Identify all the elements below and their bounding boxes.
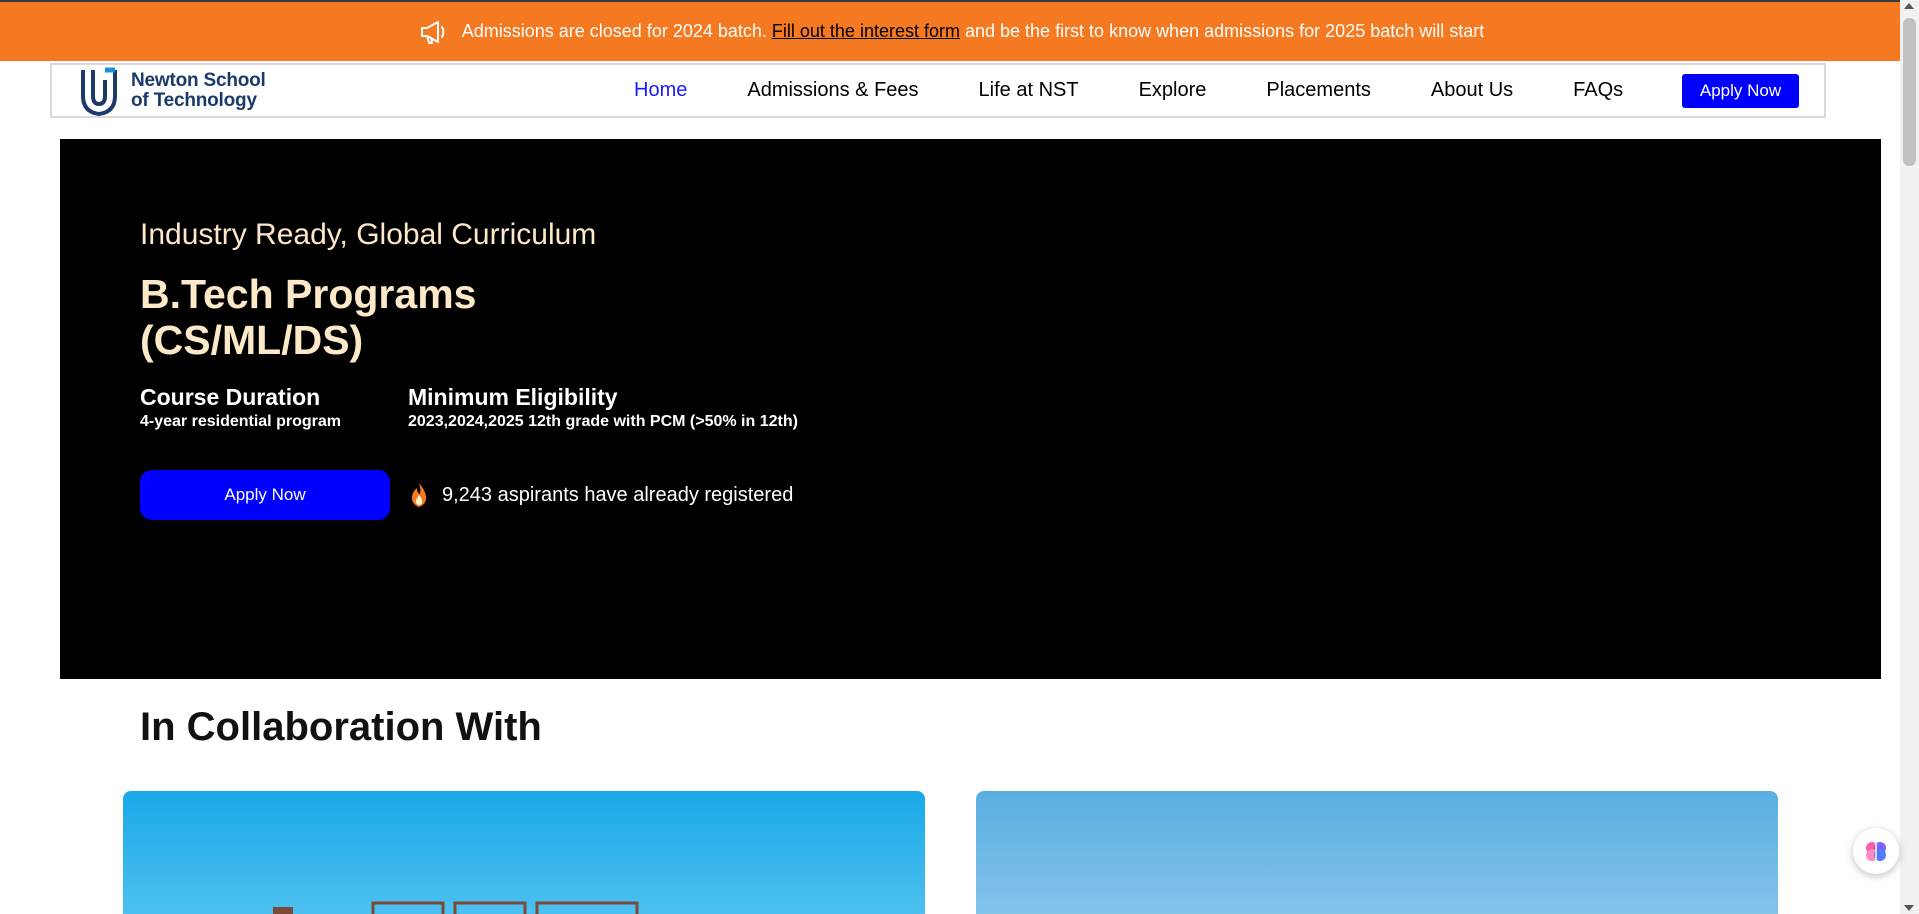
eligibility-label: Minimum Eligibility [408,384,618,410]
banner-text-before: Admissions are closed for 2024 batch. [461,21,767,41]
banner-text-after: and be the first to know when admissions… [964,21,1485,41]
collaboration-card-image-1[interactable] [123,791,925,914]
nav-home[interactable]: Home [634,79,687,102]
interest-form-link[interactable]: Fill out the interest form [772,21,960,42]
nav-explore[interactable]: Explore [1139,79,1207,102]
hero-title-line-1: B.Tech Programs [140,271,477,317]
nav-life-at-nst[interactable]: Life at NST [979,79,1079,102]
hero-section: Industry Ready, Global Curriculum B.Tech… [60,139,1881,679]
hero-title-line-2: (CS/ML/DS) [140,317,364,363]
aspirants-count: 9,243 aspirants have already registered [408,482,793,508]
brain-icon [1866,842,1886,861]
nav-about-us[interactable]: About Us [1431,79,1513,102]
course-duration-block: Course Duration 4-year residential progr… [140,384,341,431]
scroll-down-arrow-icon[interactable] [1904,905,1914,911]
collaboration-heading: In Collaboration With [140,705,542,749]
aspirants-text: 9,243 aspirants have already registered [442,483,794,506]
ai-assistant-button[interactable] [1853,828,1899,874]
collaboration-card-image-2[interactable] [976,791,1778,914]
nav-links: Home Admissions & Fees Life at NST Explo… [634,65,1683,116]
logo-line-2: of Technology [131,89,257,111]
admissions-banner: Admissions are closed for 2024 batch. Fi… [0,2,1900,61]
scroll-thumb[interactable] [1903,18,1916,166]
nav-apply-now-button[interactable]: Apply Now [1682,74,1799,108]
course-duration-value: 4-year residential program [140,413,341,430]
campus-building-image [273,901,639,914]
hero-tagline: Industry Ready, Global Curriculum [140,218,597,251]
course-duration-label: Course Duration [140,384,321,410]
page-scrollbar[interactable] [1900,0,1919,914]
eligibility-value: 2023,2024,2025 12th grade with PCM (>50%… [408,413,798,430]
nav-admissions-fees[interactable]: Admissions & Fees [747,79,918,102]
fire-icon [408,482,430,508]
logo-shield-icon [81,67,117,116]
eligibility-block: Minimum Eligibility 2023,2024,2025 12th … [408,384,798,431]
hero-apply-now-button[interactable]: Apply Now [140,470,390,520]
nav-placements[interactable]: Placements [1266,79,1371,102]
main-navbar: Newton School of Technology Home Admissi… [50,63,1826,118]
nav-faqs[interactable]: FAQs [1573,79,1623,102]
site-logo[interactable]: Newton School of Technology [79,66,266,116]
hero-title: B.Tech Programs (CS/ML/DS) [140,271,476,363]
logo-line-1: Newton School [131,69,266,91]
megaphone-icon [416,15,450,49]
scroll-up-arrow-icon[interactable] [1904,3,1914,9]
logo-wordmark: Newton School of Technology [131,69,266,111]
